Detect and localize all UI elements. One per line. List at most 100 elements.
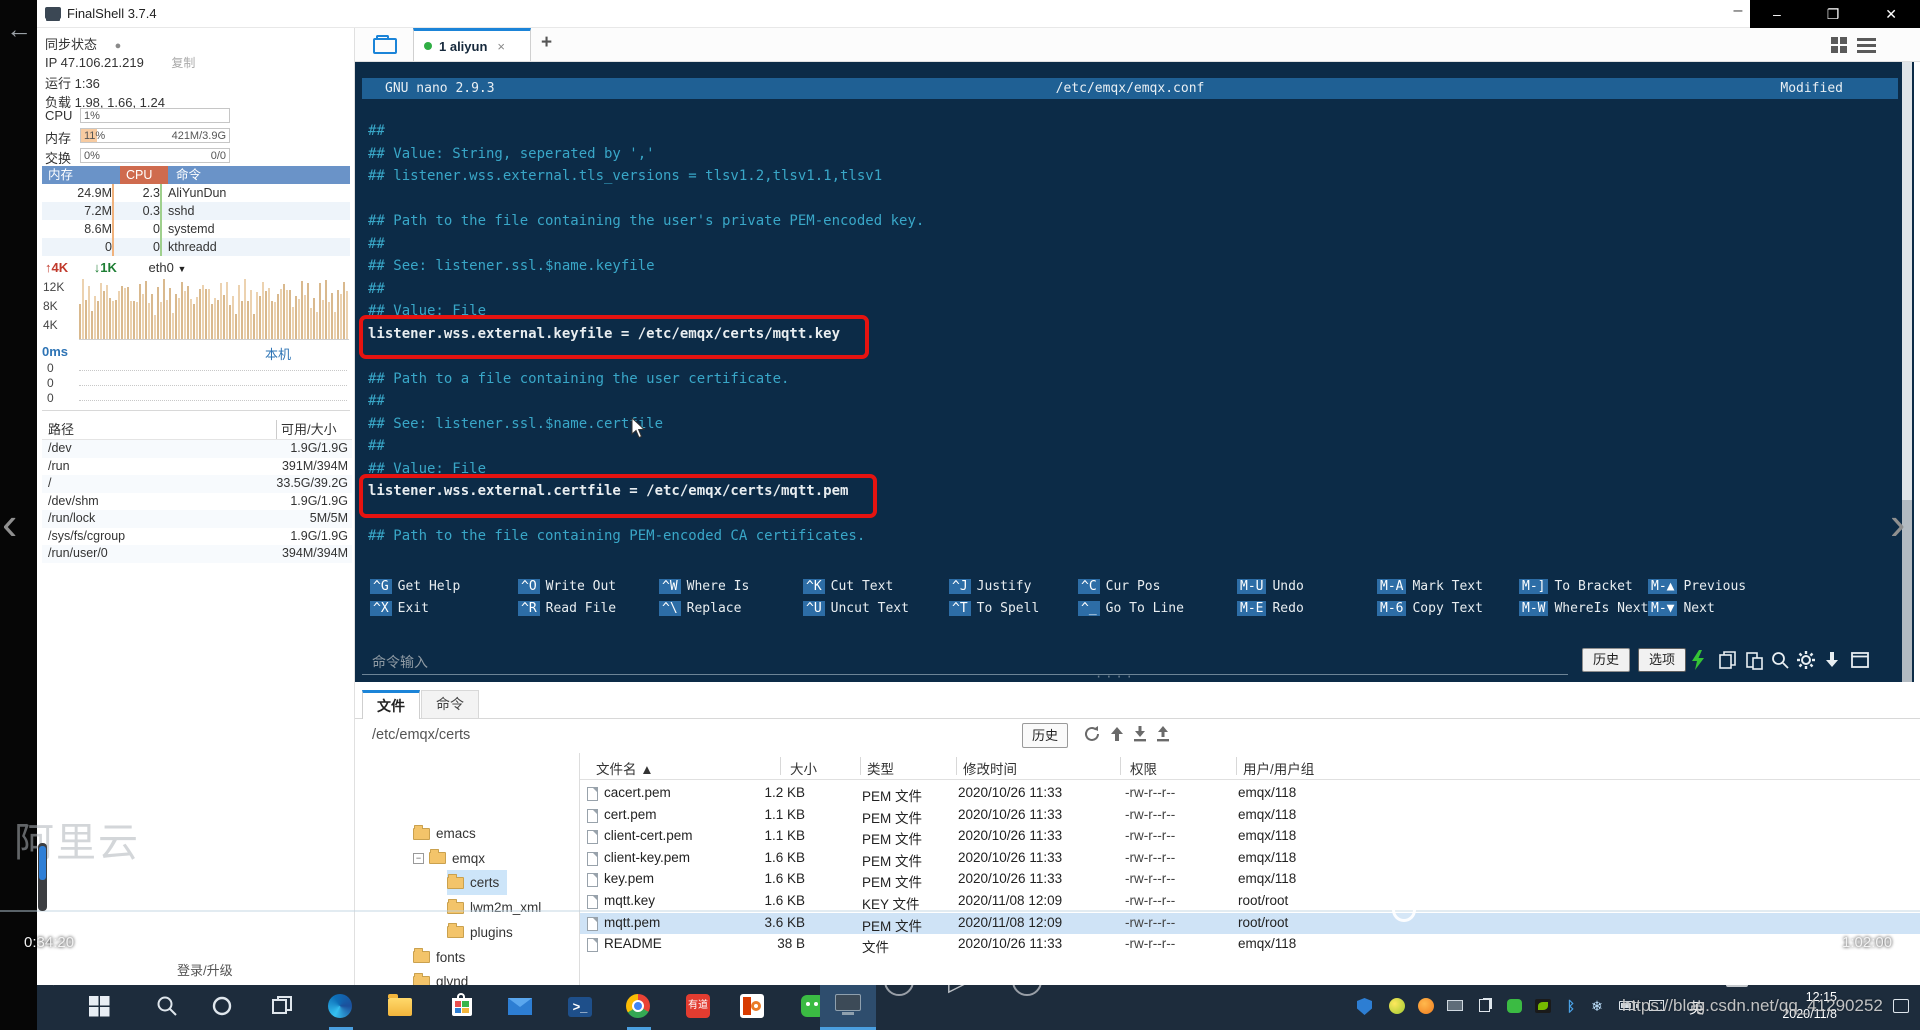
file-row-cacert.pem[interactable]: cacert.pem1.2 KBPEM 文件2020/10/26 11:33-r…: [580, 783, 1920, 805]
play-button[interactable]: ▷: [948, 966, 968, 997]
nano-shortcut: M-▲Previous: [1648, 578, 1798, 600]
prev-chevron-icon[interactable]: ‹: [2, 496, 17, 550]
next-chevron-icon[interactable]: ›: [1890, 496, 1905, 550]
download-arrow-icon[interactable]: [1822, 650, 1844, 670]
file-row-README[interactable]: README38 B文件2020/10/26 11:33-rw-r--r--em…: [580, 934, 1920, 956]
collapse-icon[interactable]: −: [413, 853, 424, 864]
file-icon: [587, 938, 598, 952]
layout-grid-icon[interactable]: [1831, 37, 1848, 54]
search-icon[interactable]: [155, 994, 182, 1021]
directory-tree: emacs−emqxcertslwm2m_xmlpluginsfontsglvn…: [355, 753, 580, 985]
finalshell-taskbar-active[interactable]: [820, 985, 876, 1030]
task-view-icon[interactable]: [270, 994, 297, 1021]
file-row-key.pem[interactable]: key.pem1.6 KBPEM 文件2020/10/26 11:33-rw-r…: [580, 869, 1920, 891]
tab-commands[interactable]: 命令: [421, 690, 479, 719]
volume-thumb[interactable]: [39, 846, 46, 880]
tree-item-fonts[interactable]: fonts: [413, 945, 473, 970]
more-icon[interactable]: ···: [1894, 972, 1914, 988]
copy-ip-link[interactable]: 复制: [171, 56, 195, 70]
terminal-history-button[interactable]: 历史: [1582, 648, 1630, 672]
comment-icon[interactable]: [92, 964, 120, 984]
session-tab-aliyun[interactable]: 1 aliyun ×: [413, 28, 531, 61]
column-header[interactable]: 文件名 ▲: [596, 758, 654, 778]
snowflake-tray-icon[interactable]: ❄: [1589, 998, 1606, 1015]
clipboard-tray-icon[interactable]: [1477, 998, 1494, 1015]
open-connections-button[interactable]: [365, 32, 409, 60]
file-row-mqtt.pem[interactable]: mqtt.pem3.6 KBPEM 文件2020/11/08 12:09-rw-…: [580, 913, 1920, 935]
tree-item-glvnd[interactable]: glvnd: [413, 969, 476, 985]
path-history-button[interactable]: 历史: [1022, 723, 1068, 748]
paste-icon[interactable]: [1744, 650, 1766, 670]
tab-files[interactable]: 文件: [362, 690, 420, 719]
command-input[interactable]: 命令输入: [372, 652, 428, 672]
login-upgrade-link[interactable]: 登录/升级: [177, 960, 233, 979]
explorer-icon[interactable]: [388, 994, 415, 1021]
comment-line: ## Value: String, seperated by ',': [368, 143, 924, 166]
volume-slider[interactable]: [38, 843, 47, 911]
terminal-options-button[interactable]: 选项: [1638, 648, 1686, 672]
video-progress-handle[interactable]: [1392, 898, 1416, 922]
nvidia-tray-icon[interactable]: [1535, 998, 1552, 1015]
disk-row: /run/user/0394M/394M: [42, 545, 352, 563]
shield-tray-icon[interactable]: [1357, 998, 1374, 1015]
qq-music-tray-icon[interactable]: [1389, 998, 1406, 1015]
mail-icon[interactable]: [508, 994, 535, 1021]
tree-item-emacs[interactable]: emacs: [413, 821, 484, 846]
youdao-icon[interactable]: 有道: [686, 994, 713, 1021]
net-bar: [97, 301, 99, 339]
layout-list-icon[interactable]: [1857, 38, 1876, 53]
player-restore-icon[interactable]: ❐: [1827, 6, 1840, 23]
tree-item-emqx[interactable]: −emqx: [413, 846, 493, 871]
file-row-client-cert.pem[interactable]: client-cert.pem1.1 KBPEM 文件2020/10/26 11…: [580, 826, 1920, 848]
column-header[interactable]: 权限: [1130, 758, 1157, 778]
search-icon[interactable]: [1770, 650, 1792, 670]
skip-forward-button[interactable]: 30: [1012, 966, 1042, 996]
column-header[interactable]: 类型: [867, 758, 894, 778]
chrome-icon[interactable]: [626, 994, 653, 1021]
tree-item-lwm2m_xml[interactable]: lwm2m_xml: [447, 895, 549, 920]
path-input[interactable]: /etc/emqx/certs: [372, 727, 470, 743]
up-directory-icon[interactable]: [1108, 725, 1128, 745]
column-header[interactable]: 修改时间: [963, 758, 1017, 778]
column-header[interactable]: 用户/用户组: [1243, 758, 1314, 778]
file-row-cert.pem[interactable]: cert.pem1.1 KBPEM 文件2020/10/26 11:33-rw-…: [580, 805, 1920, 827]
terminal-scrollbar[interactable]: [1902, 62, 1912, 682]
start-icon[interactable]: [87, 994, 114, 1021]
wechat-tray-tray-icon[interactable]: [1507, 998, 1524, 1015]
tree-item-plugins[interactable]: plugins: [447, 920, 521, 945]
player-close-icon[interactable]: ✕: [1885, 6, 1897, 23]
download-file-icon[interactable]: [1131, 725, 1151, 745]
lightning-icon[interactable]: [1690, 650, 1712, 670]
office-icon[interactable]: [740, 994, 767, 1021]
close-tab-icon[interactable]: ×: [497, 39, 505, 54]
player-minimize-icon[interactable]: –: [1773, 6, 1781, 22]
copy-icon[interactable]: [1718, 650, 1740, 670]
back-arrow-icon[interactable]: ←: [6, 14, 32, 45]
cortana-icon[interactable]: [210, 994, 237, 1021]
display-tray-icon[interactable]: [1447, 998, 1464, 1015]
tree-item-certs[interactable]: certs: [447, 870, 507, 895]
image-icon[interactable]: [1726, 970, 1748, 987]
upload-file-icon[interactable]: [1154, 725, 1174, 745]
terminal[interactable]: GNU nano 2.9.3 /etc/emqx/emqx.conf Modif…: [355, 62, 1914, 682]
tencent-video-tray-icon[interactable]: [1418, 998, 1435, 1015]
powershell-icon[interactable]: >_: [568, 994, 595, 1021]
new-tab-button[interactable]: +: [541, 32, 552, 54]
notification-center-icon[interactable]: [1893, 999, 1909, 1013]
column-header[interactable]: 大小: [790, 758, 817, 778]
window-icon[interactable]: [1850, 650, 1872, 670]
pencil-icon[interactable]: ✎: [1650, 966, 1667, 991]
minimize-button[interactable]: –: [1725, 2, 1751, 24]
video-progress-line[interactable]: [0, 910, 1920, 912]
gear-icon[interactable]: [1796, 650, 1818, 670]
store-icon[interactable]: [448, 994, 475, 1021]
refresh-icon[interactable]: [1083, 725, 1103, 745]
player-window-controls[interactable]: – ❐ ✕: [1750, 0, 1920, 28]
speaker-icon[interactable]: [40, 960, 68, 986]
file-row-client-key.pem[interactable]: client-key.pem1.6 KBPEM 文件2020/10/26 11:…: [580, 848, 1920, 870]
bluetooth-tray-icon[interactable]: ᛒ: [1563, 998, 1580, 1015]
skip-back-button[interactable]: 10: [884, 966, 914, 996]
net-bar: [211, 304, 213, 339]
interface-select[interactable]: eth0 ▼: [149, 260, 187, 275]
edge-icon[interactable]: [328, 994, 355, 1021]
